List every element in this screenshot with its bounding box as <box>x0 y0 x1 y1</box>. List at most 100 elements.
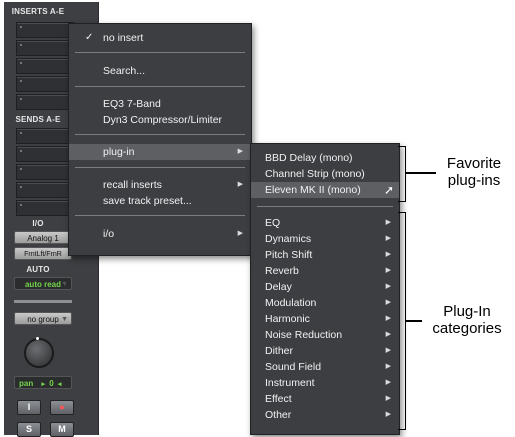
favorite-plugin-item[interactable]: Channel Strip (mono) <box>251 166 399 182</box>
send-slot-e[interactable] <box>16 200 74 216</box>
pan-right-arrow-icon: ◂ <box>57 381 62 388</box>
submenu-arrow-icon: ▶ <box>385 299 391 306</box>
favorites-leader-line <box>406 172 436 174</box>
menu-item-label: Reverb <box>265 265 299 277</box>
category-item-eq[interactable]: EQ ▶ <box>251 215 399 231</box>
menu-separator <box>75 134 245 135</box>
submenu-arrow-icon: ▶ <box>385 267 391 274</box>
pan-label: pan <box>19 379 34 388</box>
mouse-cursor-icon: ➚ <box>383 183 394 197</box>
automation-mode-selector[interactable]: auto read ▼ <box>14 277 72 290</box>
category-item-effect[interactable]: Effect ▶ <box>251 391 399 407</box>
favorite-plugin-item[interactable]: BBD Delay (mono) <box>251 150 399 166</box>
menu-item-label: Sound Field <box>265 361 322 373</box>
submenu-arrow-icon: ▶ <box>385 411 391 418</box>
menu-item-label: no insert <box>103 32 144 44</box>
categories-callout-line1: Plug-In <box>443 303 491 320</box>
menu-item-label: Delay <box>265 281 292 293</box>
menu-item-label: Other <box>265 409 292 421</box>
menu-item-label: Eleven MK II (mono) <box>265 184 361 196</box>
favorite-plugin-item[interactable]: Eleven MK II (mono) ➚ <box>251 182 399 198</box>
io-title: I/O <box>32 219 44 228</box>
category-item-dither[interactable]: Dither ▶ <box>251 343 399 359</box>
dropdown-arrow-icon: ▼ <box>61 281 68 288</box>
submenu-arrow-icon: ▶ <box>385 315 391 322</box>
group-label: no group <box>27 315 59 324</box>
category-item-instrument[interactable]: Instrument ▶ <box>251 375 399 391</box>
insert-slot-a[interactable] <box>16 22 74 38</box>
menu-item-label: Dynamics <box>265 233 312 245</box>
menu-separator <box>257 206 393 207</box>
pan-display[interactable]: pan ▸ 0 ◂ <box>14 376 72 389</box>
category-item-delay[interactable]: Delay ▶ <box>251 279 399 295</box>
menu-item-label: i/o <box>103 228 115 240</box>
send-slot-a[interactable] <box>16 128 74 144</box>
category-item-noise-reduction[interactable]: Noise Reduction ▶ <box>251 327 399 343</box>
submenu-arrow-icon: ▶ <box>385 331 391 338</box>
inserts-title: INSERTS A-E <box>11 7 65 16</box>
input-selector[interactable]: Analog 1 <box>14 231 72 244</box>
output-label: FrntLft/FrnR <box>24 251 62 258</box>
auto-title: AUTO <box>26 265 50 274</box>
categories-callout: Plug-In categories <box>422 303 512 337</box>
favorites-callout-line2: plug-ins <box>447 172 501 189</box>
categories-callout-line2: categories <box>432 320 502 337</box>
favorites-callout: Favorite plug-ins <box>436 155 512 189</box>
plugin-submenu: BBD Delay (mono) Channel Strip (mono) El… <box>250 143 400 435</box>
insert-slot-b[interactable] <box>16 40 74 56</box>
insert-popup-menu: ✓ no insert Search... EQ3 7-Band Dyn3 Co… <box>68 23 252 256</box>
menu-item-no-insert[interactable]: ✓ no insert <box>69 30 251 46</box>
dropdown-arrow-icon: ▼ <box>61 316 68 323</box>
menu-item-plug-in[interactable]: plug-in ▶ <box>69 144 251 160</box>
submenu-arrow-icon: ▶ <box>385 219 391 226</box>
category-item-harmonic[interactable]: Harmonic ▶ <box>251 311 399 327</box>
insert-slot-d[interactable] <box>16 76 74 92</box>
submenu-arrow-icon: ▶ <box>385 379 391 386</box>
output-selector[interactable]: FrntLft/FrnR <box>14 247 72 260</box>
record-button[interactable]: ● <box>50 400 74 415</box>
menu-item-label: plug-in <box>103 146 135 158</box>
category-item-sound-field[interactable]: Sound Field ▶ <box>251 359 399 375</box>
send-slot-d[interactable] <box>16 182 74 198</box>
insert-button[interactable]: I <box>17 400 41 415</box>
submenu-arrow-icon: ▶ <box>237 181 243 188</box>
submenu-arrow-icon: ▶ <box>385 363 391 370</box>
send-slot-c[interactable] <box>16 164 74 180</box>
menu-item-dyn3[interactable]: Dyn3 Compressor/Limiter <box>69 112 251 128</box>
favorites-bracket <box>398 146 406 202</box>
insert-slot-c[interactable] <box>16 58 74 74</box>
category-item-dynamics[interactable]: Dynamics ▶ <box>251 231 399 247</box>
menu-separator <box>75 52 245 53</box>
categories-bracket <box>398 212 406 430</box>
pan-knob[interactable] <box>24 338 54 368</box>
menu-item-label: Harmonic <box>265 313 310 325</box>
pan-left-arrow-icon: ▸ <box>41 381 45 388</box>
sends-title: SENDS A-E <box>15 115 61 124</box>
menu-separator <box>75 86 245 87</box>
menu-item-eq3[interactable]: EQ3 7-Band <box>69 96 251 112</box>
send-slot-b[interactable] <box>16 146 74 162</box>
menu-item-search[interactable]: Search... <box>69 63 251 79</box>
menu-item-label: EQ <box>265 217 281 229</box>
category-item-reverb[interactable]: Reverb ▶ <box>251 263 399 279</box>
category-item-modulation[interactable]: Modulation ▶ <box>251 295 399 311</box>
menu-item-label: Dither <box>265 345 294 357</box>
category-item-other[interactable]: Other ▶ <box>251 407 399 423</box>
group-selector[interactable]: no group ▼ <box>14 312 72 325</box>
checkmark-icon: ✓ <box>85 32 94 43</box>
submenu-arrow-icon: ▶ <box>385 235 391 242</box>
category-item-pitch-shift[interactable]: Pitch Shift ▶ <box>251 247 399 263</box>
insert-slot-e[interactable] <box>16 94 74 110</box>
favorites-callout-line1: Favorite <box>446 155 502 172</box>
menu-item-io[interactable]: i/o ▶ <box>69 226 251 242</box>
submenu-arrow-icon: ▶ <box>385 251 391 258</box>
submenu-arrow-icon: ▶ <box>385 283 391 290</box>
menu-item-label: Noise Reduction <box>265 329 343 341</box>
menu-item-label: Pitch Shift <box>265 249 313 261</box>
menu-item-recall-inserts[interactable]: recall inserts ▶ <box>69 177 251 193</box>
menu-item-save-track-preset[interactable]: save track preset... <box>69 193 251 209</box>
menu-separator <box>75 167 245 168</box>
menu-separator <box>75 215 245 216</box>
submenu-arrow-icon: ▶ <box>385 347 391 354</box>
pan-knob-indicator <box>36 337 39 340</box>
